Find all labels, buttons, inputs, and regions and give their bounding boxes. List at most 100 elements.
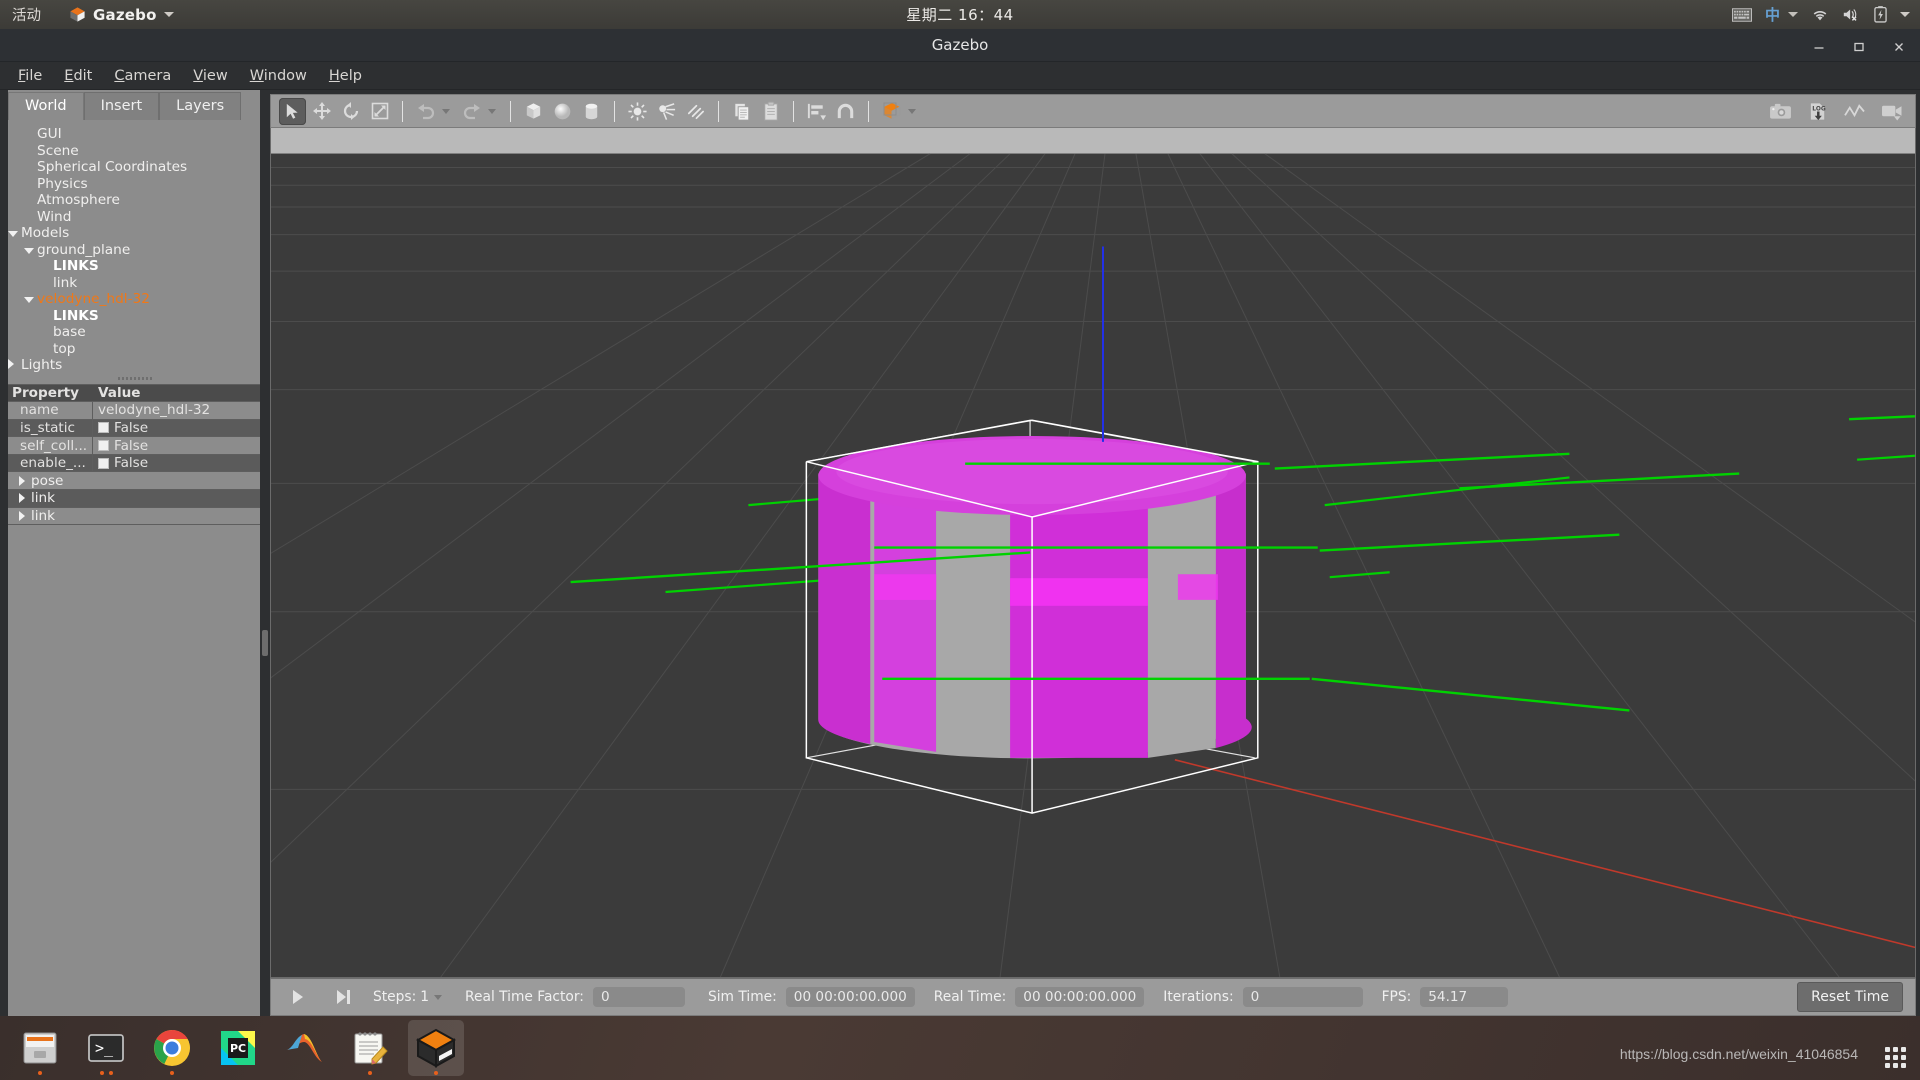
text-editor-app[interactable] [342, 1020, 398, 1076]
rotate-tool[interactable] [337, 98, 364, 125]
checkbox[interactable] [98, 422, 109, 434]
steps-dropdown-caret-icon[interactable] [434, 994, 443, 1000]
property-group-link[interactable]: link [8, 490, 262, 508]
toolbar-separator [718, 100, 719, 122]
insert-cylinder-button[interactable] [578, 98, 605, 125]
redo-button[interactable] [458, 98, 485, 125]
property-row-self_coll[interactable]: self_coll... False [8, 437, 262, 455]
iterations-label: Iterations: [1163, 989, 1234, 1005]
menu-file[interactable]: File [10, 65, 50, 87]
play-button[interactable] [283, 984, 310, 1011]
pycharm-app[interactable]: PC [210, 1020, 266, 1076]
insert-sphere-button[interactable] [549, 98, 576, 125]
clock[interactable]: 星期二 16：44 [0, 4, 1920, 25]
splitter-grip[interactable] [0, 374, 270, 384]
translate-tool[interactable] [308, 98, 335, 125]
desktop-top-bar: 活动 Gazebo 星期二 16：44 中 [0, 0, 1920, 29]
active-app-menu[interactable]: Gazebo [69, 6, 174, 24]
minimize-button[interactable] [1812, 39, 1826, 53]
toolbar-separator [402, 100, 403, 122]
undo-button[interactable] [412, 98, 439, 125]
redo-history-caret-icon[interactable] [488, 108, 496, 114]
app-grid-icon[interactable] [1885, 1047, 1906, 1068]
scale-tool[interactable] [366, 98, 393, 125]
svg-text:LOG: LOG [1812, 106, 1826, 112]
property-group-pose[interactable]: pose [8, 472, 262, 491]
steps-label: Steps: [373, 989, 417, 1005]
tree-item-wind[interactable]: Wind [8, 209, 270, 226]
view-angle-caret-icon[interactable] [908, 108, 916, 114]
log-button[interactable]: LOG [1804, 98, 1831, 125]
copy-button[interactable] [728, 98, 755, 125]
running-indicator [78, 1071, 134, 1075]
align-button[interactable] [803, 98, 830, 125]
scene-render[interactable] [271, 128, 1915, 977]
property-row-enable_[interactable]: enable_... False [8, 454, 262, 473]
insert-point-light-button[interactable] [624, 98, 651, 125]
menu-view[interactable]: View [185, 65, 235, 87]
step-forward-button[interactable] [329, 984, 356, 1011]
record-video-button[interactable] [1878, 98, 1905, 125]
gazebo-app[interactable] [408, 1020, 464, 1076]
menu-camera[interactable]: Camera [106, 65, 179, 87]
tree-item-spherical-coordinates[interactable]: Spherical Coordinates [8, 159, 270, 176]
maximize-button[interactable] [1852, 39, 1866, 53]
tree-item-links[interactable]: LINKS [8, 258, 270, 275]
select-tool[interactable] [279, 97, 306, 125]
tree-item-links[interactable]: LINKS [8, 308, 270, 325]
steps-control[interactable]: Steps: 1 [373, 989, 443, 1005]
view-angle-button[interactable] [878, 98, 905, 125]
insert-spot-light-button[interactable] [653, 98, 680, 125]
terminal-app[interactable]: >_ [78, 1020, 134, 1076]
plot-button[interactable] [1841, 98, 1868, 125]
toolbar-separator [793, 100, 794, 122]
close-button[interactable] [1892, 39, 1906, 53]
property-row-is_static[interactable]: is_static False [8, 419, 262, 438]
tree-item-ground-plane[interactable]: ground_plane [8, 242, 270, 259]
tree-item-models[interactable]: Models [8, 225, 270, 242]
activities-button[interactable]: 活动 [12, 4, 41, 25]
reset-time-button[interactable]: Reset Time [1797, 982, 1903, 1012]
menu-help[interactable]: Help [321, 65, 370, 87]
tree-item-scene[interactable]: Scene [8, 143, 270, 160]
system-menu-caret-icon[interactable] [1900, 12, 1910, 17]
snap-button[interactable] [832, 98, 859, 125]
tree-item-top[interactable]: top [8, 341, 270, 358]
tree-item-gui[interactable]: GUI [8, 126, 270, 143]
checkbox[interactable] [98, 440, 109, 452]
toolbar-separator [868, 100, 869, 122]
panel-resize-handle[interactable] [262, 630, 268, 656]
insert-directional-light-button[interactable] [682, 98, 709, 125]
tree-item-base[interactable]: base [8, 324, 270, 341]
tab-layers[interactable]: Layers [159, 92, 242, 120]
keyboard-icon[interactable] [1731, 7, 1752, 22]
battery-icon[interactable] [1874, 6, 1887, 23]
steps-value: 1 [420, 989, 430, 1005]
tab-insert[interactable]: Insert [83, 92, 160, 120]
checkbox[interactable] [98, 457, 109, 469]
menu-window[interactable]: Window [242, 65, 315, 87]
paste-button[interactable] [757, 98, 784, 125]
screenshot-button[interactable] [1767, 98, 1794, 125]
wifi-icon[interactable] [1811, 8, 1829, 22]
matlab-app[interactable] [276, 1020, 332, 1076]
panel-resize-rail[interactable] [260, 90, 270, 1016]
tree-item-physics[interactable]: Physics [8, 176, 270, 193]
menu-edit[interactable]: Edit [56, 65, 100, 87]
property-group-link[interactable]: link [8, 507, 262, 526]
property-row-name[interactable]: name velodyne_hdl-32 [8, 402, 262, 420]
tree-item-atmosphere[interactable]: Atmosphere [8, 192, 270, 209]
chrome-app[interactable] [144, 1020, 200, 1076]
tab-world[interactable]: World [8, 92, 84, 120]
insert-box-button[interactable] [520, 98, 547, 125]
undo-history-caret-icon[interactable] [442, 108, 450, 114]
tree-item-link[interactable]: link [8, 275, 270, 292]
tree-item-velodyne-hdl-32[interactable]: velodyne_hdl-32 [8, 291, 270, 308]
volume-muted-icon[interactable] [1842, 7, 1861, 22]
running-indicator [408, 1071, 464, 1075]
3d-viewport[interactable] [270, 128, 1916, 978]
gazebo-window: Gazebo File Edit Camera View Window Help Worl… [0, 29, 1920, 1016]
input-method-zh-icon[interactable]: 中 [1765, 4, 1798, 25]
tree-item-lights[interactable]: Lights [8, 357, 270, 374]
files-app[interactable] [12, 1020, 68, 1076]
